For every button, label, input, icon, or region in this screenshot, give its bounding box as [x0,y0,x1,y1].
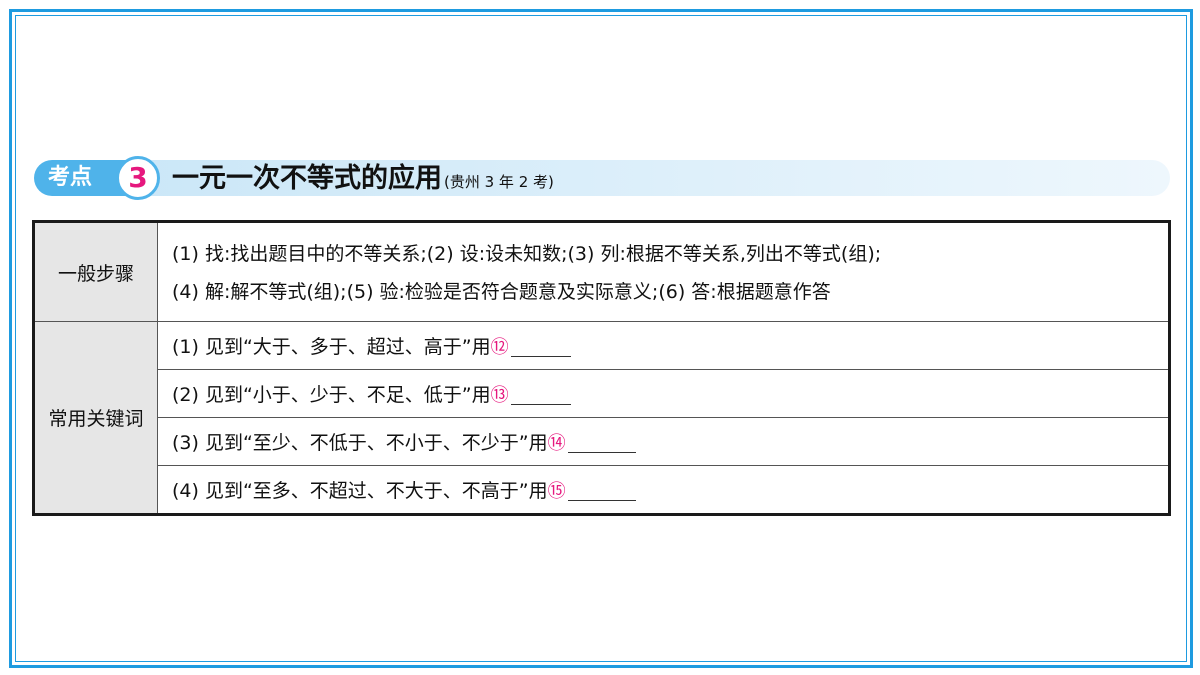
table-row-keyword: 常用关键词 (1) 见到“大于、多于、超过、高于”用⑫ [33,321,1170,515]
section-title: 一元一次不等式的应用 (贵州 3 年 2 考) [172,160,554,196]
answer-blank[interactable] [567,430,636,453]
content-table: 一般步骤 (1) 找:找出题目中的不等关系;(2) 设:设未知数;(3) 列:根… [32,220,1171,516]
steps-line-1: (1) 找:找出题目中的不等关系;(2) 设:设未知数;(3) 列:根据不等关系… [172,243,882,265]
keyword-cell-1: (1) 见到“大于、多于、超过、高于”用⑫ [157,321,1170,370]
blank-marker: ⑭ [547,433,566,454]
blank-marker: ⑫ [490,337,509,358]
keyword-cell-2: (2) 见到“小于、少于、不足、低于”用⑬ [157,369,1170,418]
section-header: 考点 3 一元一次不等式的应用 (贵州 3 年 2 考) [34,156,1170,200]
section-number-badge: 3 [116,156,160,200]
keyword-cell-3: (3) 见到“至少、不低于、不小于、不少于”用⑭ [157,417,1170,466]
answer-blank[interactable] [510,334,571,357]
steps-content: (1) 找:找出题目中的不等关系;(2) 设:设未知数;(3) 列:根据不等关系… [157,221,1170,322]
blank-marker: ⑬ [490,385,509,406]
keyword-cell-4: (4) 见到“至多、不超过、不大于、不高于”用⑮ [157,465,1170,515]
steps-label: 一般步骤 [33,221,158,322]
answer-blank[interactable] [510,382,571,405]
section-title-text: 一元一次不等式的应用 [172,163,442,194]
keyword-text: (4) 见到“至多、不超过、不大于、不高于”用 [172,480,548,502]
blank-marker: ⑮ [547,481,566,502]
keyword-text: (3) 见到“至少、不低于、不小于、不少于”用 [172,432,548,454]
table-row-keyword: (3) 见到“至少、不低于、不小于、不少于”用⑭ [34,417,1170,466]
keywords-label: 常用关键词 [33,321,158,515]
answer-blank[interactable] [567,478,636,501]
steps-line-2: (4) 解:解不等式(组);(5) 验:检验是否符合题意及实际意义;(6) 答:… [172,281,831,303]
table-row-steps: 一般步骤 (1) 找:找出题目中的不等关系;(2) 设:设未知数;(3) 列:根… [33,221,1170,322]
section-note: (贵州 3 年 2 考) [444,173,554,191]
keyword-text: (1) 见到“大于、多于、超过、高于”用 [172,336,491,358]
keyword-text: (2) 见到“小于、少于、不足、低于”用 [172,384,491,406]
table-row-keyword: (4) 见到“至多、不超过、不大于、不高于”用⑮ [34,465,1170,515]
table-row-keyword: (2) 见到“小于、少于、不足、低于”用⑬ [34,369,1170,418]
